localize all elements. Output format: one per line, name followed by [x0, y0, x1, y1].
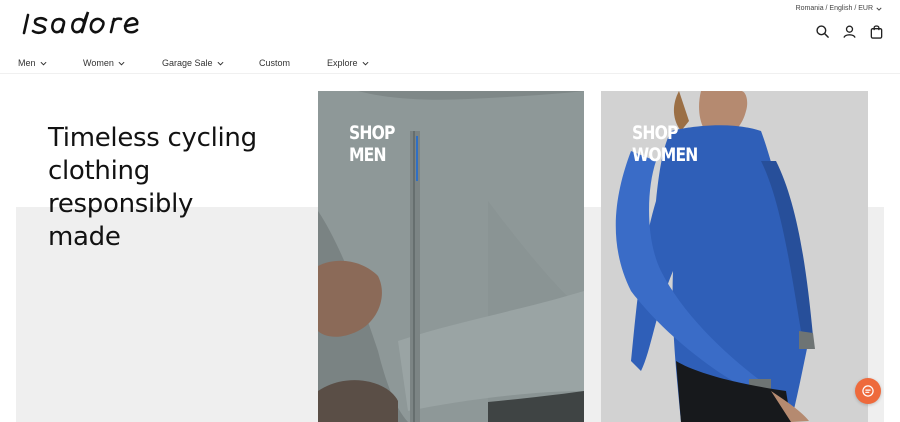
panel-label-line: MEN — [349, 144, 387, 166]
nav-label: Men — [18, 58, 36, 68]
nav-label: Women — [83, 58, 114, 68]
account-button[interactable] — [842, 24, 857, 39]
nav-item-men[interactable]: Men — [18, 58, 83, 68]
site-header: Romania / English / EUR Men Women Garage… — [0, 0, 900, 74]
nav-item-women[interactable]: Women — [83, 58, 162, 68]
cart-icon — [870, 25, 883, 39]
chevron-down-icon — [876, 7, 882, 11]
search-icon — [816, 25, 829, 38]
nav-label: Garage Sale — [162, 58, 213, 68]
shop-men-panel[interactable]: SHOP MEN — [318, 91, 584, 422]
hero-title-line: Timeless cycling — [48, 123, 257, 153]
panel-label-line: WOMEN — [632, 144, 698, 166]
nav-item-garage-sale[interactable]: Garage Sale — [162, 58, 259, 68]
shop-women-panel[interactable]: SHOP WOMEN — [601, 91, 868, 422]
main-nav: Men Women Garage Sale Custom Explore — [18, 58, 369, 68]
chevron-down-icon — [217, 61, 224, 66]
nav-label: Custom — [259, 58, 291, 68]
hero-title: Timeless cycling clothing responsibly ma… — [48, 122, 298, 254]
brand-logo[interactable] — [16, 9, 144, 37]
chevron-down-icon — [362, 61, 369, 66]
chevron-down-icon — [40, 61, 47, 66]
search-button[interactable] — [815, 24, 830, 39]
chevron-down-icon — [118, 61, 125, 66]
account-icon — [843, 25, 856, 38]
nav-item-custom[interactable]: Custom — [259, 58, 327, 68]
locale-label: Romania / English / EUR — [795, 5, 873, 12]
nav-label: Explore — [327, 58, 358, 68]
header-icons — [815, 24, 884, 39]
hero-title-line: made — [48, 222, 121, 252]
panel-label-line: SHOP — [632, 122, 678, 144]
chat-icon — [862, 385, 874, 397]
hero-title-line: clothing — [48, 156, 150, 186]
locale-selector[interactable]: Romania / English / EUR — [796, 5, 882, 12]
shop-women-label: SHOP WOMEN — [632, 122, 698, 166]
chat-button[interactable] — [855, 378, 881, 404]
hero-title-line: responsibly — [48, 189, 194, 219]
panel-label-line: SHOP — [349, 122, 395, 144]
shop-men-label: SHOP MEN — [349, 122, 395, 166]
cart-button[interactable] — [869, 24, 884, 39]
isadore-logo-icon — [22, 11, 139, 35]
nav-item-explore[interactable]: Explore — [327, 58, 369, 68]
